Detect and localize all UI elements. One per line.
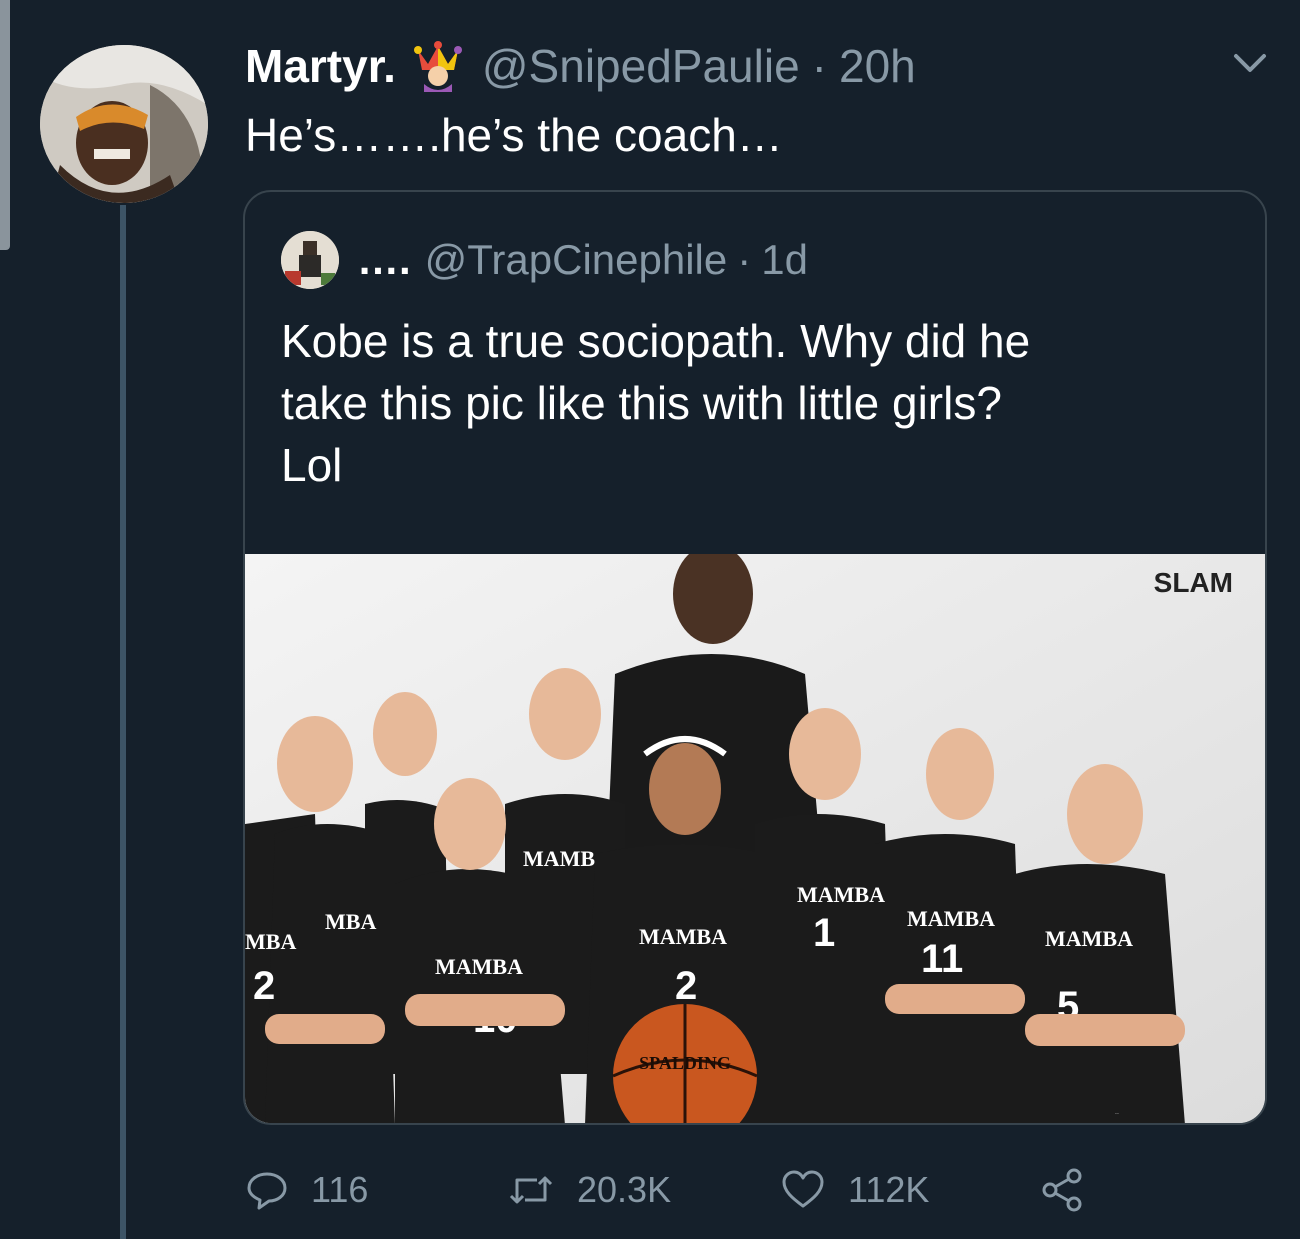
jersey-number: 11 [921,937,963,981]
reply-icon [247,1172,287,1210]
reply-button[interactable]: 116 [245,1160,368,1220]
jersey-number: 2 [253,964,275,1008]
handle[interactable]: @SnipedPaulie [482,39,800,93]
quoted-header: …. @TrapCinephile · 1d [281,228,808,292]
tweet-text: He’s…….he’s the coach… [245,109,783,161]
jersey-label: MBA [325,909,376,934]
action-bar: 116 20.3K 112K [245,1160,1245,1220]
jersey-label: MBA [245,929,296,954]
jersey-number: 2 [675,964,697,1008]
jersey-label: MAMBA [797,882,885,907]
avatar[interactable] [40,45,208,203]
like-button[interactable]: 112K [780,1160,929,1220]
scrollbar[interactable] [0,0,10,250]
quoted-avatar [281,231,339,289]
like-count: 112K [848,1169,930,1210]
jersey-label: MAMBA [435,954,523,979]
tweet-screen: Martyr. @SnipedPaulie · 20h He’s…….he’s … [0,0,1300,1239]
separator-dot: · [737,236,752,283]
timestamp[interactable]: 20h [839,39,916,93]
quoted-text-line: Lol [281,439,343,491]
jersey-label: MAMBA [907,906,995,931]
quoted-text: Kobe is a true sociopath. Why did he tak… [281,310,1231,496]
jersey-label: MAMBA [639,924,727,949]
retweet-icon [509,1176,553,1204]
jersey-label: MAMBA [1045,926,1133,951]
jester-emoji-icon [412,40,464,92]
quoted-handle: @TrapCinephile [424,236,728,283]
team-photo[interactable]: SLAM MBA MBA MAMB MAMBA MAMBA MAMBA MAMB… [245,554,1265,1123]
share-icon [1042,1168,1082,1212]
retweet-count: 20.3K [577,1169,672,1210]
like-icon [782,1170,824,1208]
reply-count: 116 [311,1169,369,1210]
display-name[interactable]: Martyr. [245,39,396,93]
thread-line [120,205,126,1239]
tweet-header: Martyr. @SnipedPaulie · 20h [245,36,916,96]
retweet-button[interactable]: 20.3K [507,1160,671,1220]
separator-dot: · [811,40,827,92]
quoted-text-line: Kobe is a true sociopath. Why did he [281,315,1031,367]
quoted-timestamp: 1d [761,236,808,283]
quoted-tweet[interactable]: …. @TrapCinephile · 1d Kobe is a true so… [243,190,1267,1125]
share-button[interactable] [1040,1160,1108,1220]
watermark: SLAM [1154,567,1233,598]
ball-text: SPALDING [639,1053,731,1073]
jersey-number: 1 [813,911,835,955]
quoted-display-name: …. [357,236,411,283]
quoted-text-line: take this pic like this with little girl… [281,377,1002,429]
jersey-label: MAMB [523,846,595,871]
chevron-down-icon[interactable] [1228,44,1272,80]
